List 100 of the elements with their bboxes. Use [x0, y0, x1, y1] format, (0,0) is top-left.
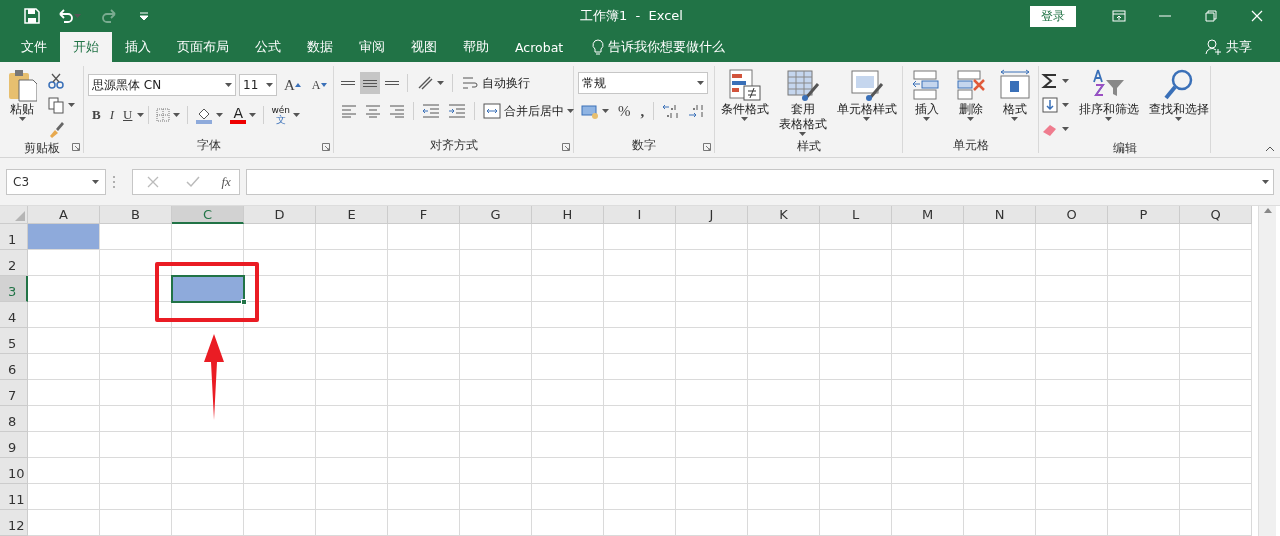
table-cell[interactable]	[748, 380, 820, 406]
table-cell[interactable]	[460, 406, 532, 432]
table-cell[interactable]	[820, 328, 892, 354]
table-cell[interactable]	[676, 406, 748, 432]
table-cell[interactable]	[316, 354, 388, 380]
table-cell[interactable]	[28, 250, 100, 276]
table-cell[interactable]	[820, 432, 892, 458]
table-cell[interactable]	[964, 510, 1036, 536]
table-cell[interactable]	[100, 380, 172, 406]
table-cell[interactable]	[1036, 380, 1108, 406]
ribbon-tab[interactable]: 公式	[242, 32, 294, 63]
table-cell[interactable]	[676, 510, 748, 536]
table-cell[interactable]	[1180, 250, 1252, 276]
table-cell[interactable]	[172, 224, 244, 250]
row-header[interactable]: 8	[0, 406, 28, 432]
table-cell[interactable]	[1036, 406, 1108, 432]
table-cell[interactable]	[532, 354, 604, 380]
table-cell[interactable]	[388, 484, 460, 510]
table-cell[interactable]	[172, 432, 244, 458]
style-button[interactable]: 套用 表格格式	[775, 66, 830, 139]
table-cell[interactable]	[964, 224, 1036, 250]
table-cell[interactable]	[964, 458, 1036, 484]
table-cell[interactable]	[1108, 354, 1180, 380]
table-cell[interactable]	[892, 224, 964, 250]
table-cell[interactable]	[28, 484, 100, 510]
table-cell[interactable]	[460, 250, 532, 276]
grow-font-button[interactable]: A	[280, 74, 305, 97]
table-cell[interactable]	[1108, 510, 1180, 536]
table-cell[interactable]	[1108, 276, 1180, 302]
table-cell[interactable]	[316, 484, 388, 510]
vertical-scrollbar[interactable]	[1258, 206, 1276, 536]
table-cell[interactable]	[676, 354, 748, 380]
table-cell[interactable]	[100, 328, 172, 354]
table-cell[interactable]	[460, 380, 532, 406]
column-header[interactable]: C	[172, 206, 244, 224]
table-cell[interactable]	[1180, 302, 1252, 328]
table-cell[interactable]	[244, 328, 316, 354]
column-header[interactable]: N	[964, 206, 1036, 224]
name-box[interactable]: C3	[6, 168, 106, 195]
ribbon-tab[interactable]: 视图	[398, 32, 450, 63]
table-cell[interactable]	[676, 250, 748, 276]
column-header[interactable]: D	[244, 206, 316, 224]
table-cell[interactable]	[172, 380, 244, 406]
table-cell[interactable]	[1180, 510, 1252, 536]
table-cell[interactable]	[748, 328, 820, 354]
ribbon-tab[interactable]: 帮助	[450, 32, 502, 63]
table-cell[interactable]	[460, 354, 532, 380]
table-cell[interactable]	[316, 276, 388, 302]
table-cell[interactable]	[1036, 484, 1108, 510]
table-cell[interactable]	[316, 432, 388, 458]
table-cell[interactable]	[1036, 432, 1108, 458]
table-cell[interactable]	[1036, 276, 1108, 302]
ribbon-tab[interactable]: 页面布局	[164, 32, 242, 63]
editing-button[interactable]: 排序和筛选	[1075, 66, 1142, 141]
table-cell[interactable]	[748, 302, 820, 328]
row-header[interactable]: 1	[0, 224, 28, 250]
table-cell[interactable]	[100, 302, 172, 328]
row-header[interactable]: 11	[0, 484, 28, 510]
table-cell[interactable]	[676, 276, 748, 302]
table-cell[interactable]	[748, 276, 820, 302]
table-cell[interactable]	[964, 380, 1036, 406]
vertical-align-button[interactable]	[360, 72, 380, 95]
table-cell[interactable]	[1108, 458, 1180, 484]
table-cell[interactable]	[820, 250, 892, 276]
table-cell[interactable]	[244, 406, 316, 432]
table-cell[interactable]	[388, 224, 460, 250]
table-cell[interactable]	[1108, 302, 1180, 328]
column-header[interactable]: B	[100, 206, 172, 224]
table-cell[interactable]	[316, 406, 388, 432]
table-cell[interactable]	[532, 380, 604, 406]
column-header[interactable]: A	[28, 206, 100, 224]
table-cell[interactable]	[532, 302, 604, 328]
table-cell[interactable]	[1180, 354, 1252, 380]
table-cell[interactable]	[1180, 484, 1252, 510]
row-header[interactable]: 2	[0, 250, 28, 276]
table-cell[interactable]	[316, 458, 388, 484]
table-cell[interactable]	[532, 406, 604, 432]
table-cell[interactable]	[1036, 354, 1108, 380]
bold-button[interactable]: B	[88, 104, 105, 127]
percent-button[interactable]: %	[614, 100, 635, 123]
editing-button[interactable]: 查找和选择	[1145, 66, 1212, 141]
formula-field[interactable]	[246, 168, 1274, 195]
ribbon-tab[interactable]: 数据	[294, 32, 346, 63]
table-cell[interactable]	[892, 328, 964, 354]
table-cell[interactable]	[964, 276, 1036, 302]
table-cell[interactable]	[28, 302, 100, 328]
table-cell[interactable]	[748, 458, 820, 484]
table-cell[interactable]	[388, 432, 460, 458]
cells-button[interactable]: 插入	[906, 66, 947, 138]
insert-function-button[interactable]: fx	[221, 173, 231, 190]
table-cell[interactable]	[388, 406, 460, 432]
underline-button[interactable]: U	[119, 104, 137, 127]
table-cell[interactable]	[100, 484, 172, 510]
table-cell[interactable]	[244, 380, 316, 406]
table-cell[interactable]	[820, 276, 892, 302]
style-button[interactable]: 单元格样式	[833, 66, 900, 139]
table-cell[interactable]	[532, 510, 604, 536]
table-cell[interactable]	[1180, 458, 1252, 484]
table-cell[interactable]	[1108, 224, 1180, 250]
table-cell[interactable]	[892, 510, 964, 536]
